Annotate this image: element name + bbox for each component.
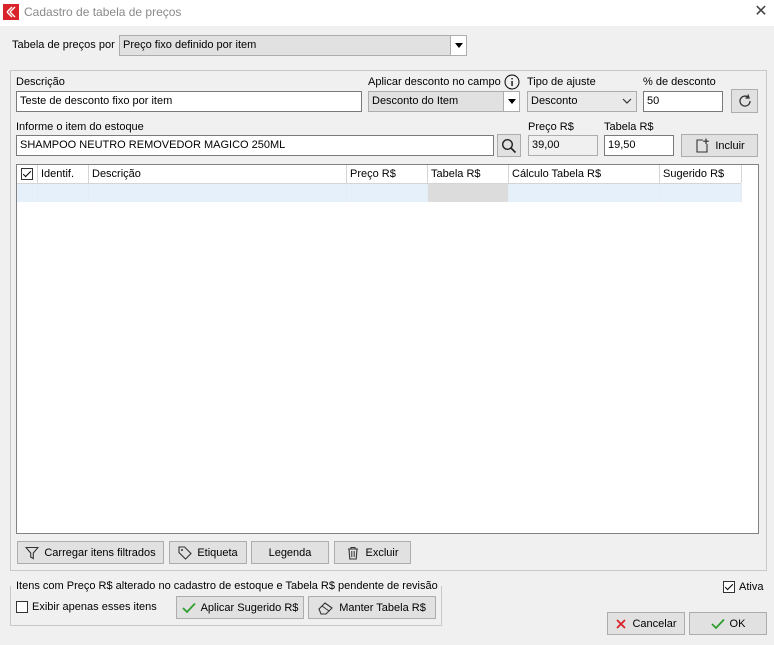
- adjust-type-label: Tipo de ajuste: [527, 76, 596, 88]
- col-calculo-tabela[interactable]: Cálculo Tabela R$: [509, 165, 660, 183]
- chevron-down-icon[interactable]: [503, 92, 519, 111]
- search-icon: [501, 138, 517, 153]
- apply-discount-select[interactable]: Desconto do Item: [368, 91, 520, 112]
- include-button[interactable]: Incluir: [681, 134, 758, 157]
- col-descricao[interactable]: Descrição: [89, 165, 347, 183]
- legend-button-text: Legenda: [268, 546, 312, 559]
- load-filtered-label: Carregar itens filtrados: [44, 546, 156, 559]
- ok-button-label: OK: [729, 617, 746, 630]
- grid-header: Identif. Descrição Preço R$ Tabela R$ Cá…: [17, 165, 742, 184]
- title-bar: Cadastro de tabela de preços ✕: [0, 0, 774, 26]
- search-button[interactable]: [497, 134, 521, 157]
- label-button-text: Etiqueta: [197, 546, 238, 559]
- trash-icon: [348, 546, 359, 560]
- price-input[interactable]: 39,00: [528, 135, 598, 156]
- check-icon: [710, 618, 725, 629]
- active-checkbox[interactable]: [723, 581, 735, 593]
- row-cell[interactable]: [38, 184, 89, 202]
- keep-table-button[interactable]: Manter Tabela R$: [308, 596, 436, 619]
- info-icon[interactable]: [504, 74, 520, 90]
- close-icon: [616, 618, 627, 629]
- description-label: Descrição: [16, 76, 65, 88]
- row-cell[interactable]: [428, 184, 509, 202]
- select-all-checkbox[interactable]: [21, 168, 33, 180]
- keep-table-label: Manter Tabela R$: [339, 601, 426, 614]
- add-document-icon: [696, 138, 710, 153]
- row-cell[interactable]: [89, 184, 347, 202]
- price-label: Preço R$: [528, 121, 574, 133]
- apply-suggested-button[interactable]: Aplicar Sugerido R$: [176, 596, 304, 619]
- chevron-down-icon: [622, 98, 632, 104]
- row-cell[interactable]: [17, 184, 38, 202]
- eraser-icon: [318, 601, 334, 615]
- pending-revision-title: Itens com Preço R$ alterado no cadastro …: [16, 580, 441, 592]
- show-only-these-label: Exibir apenas esses itens: [32, 601, 157, 613]
- app-logo-icon: [3, 4, 19, 20]
- price-table-by-value: Preço fixo definido por item: [123, 39, 257, 51]
- apply-discount-label: Aplicar desconto no campo: [368, 76, 501, 88]
- price-table-by-label: Tabela de preços por: [12, 39, 115, 51]
- refresh-button[interactable]: [731, 89, 758, 113]
- refresh-icon: [738, 94, 751, 107]
- adjust-type-select[interactable]: Desconto: [527, 91, 637, 112]
- discount-percent-input[interactable]: 50: [643, 91, 723, 112]
- adjust-type-value: Desconto: [531, 95, 578, 107]
- discount-percent-label: % de desconto: [643, 76, 716, 88]
- select-all-checkbox-cell[interactable]: [17, 165, 38, 183]
- cancel-button[interactable]: Cancelar: [607, 612, 685, 635]
- active-checkbox-row[interactable]: Ativa: [723, 581, 763, 593]
- apply-suggested-label: Aplicar Sugerido R$: [200, 601, 299, 614]
- col-tabela[interactable]: Tabela R$: [428, 165, 509, 183]
- window-title: Cadastro de tabela de preços: [24, 5, 182, 19]
- delete-button[interactable]: Excluir: [334, 541, 411, 564]
- chevron-down-icon[interactable]: [450, 36, 466, 55]
- table-price-label: Tabela R$: [604, 121, 654, 133]
- ok-button[interactable]: OK: [689, 612, 767, 635]
- include-button-label: Incluir: [715, 139, 745, 152]
- col-preco[interactable]: Preço R$: [347, 165, 428, 183]
- items-grid[interactable]: Identif. Descrição Preço R$ Tabela R$ Cá…: [16, 164, 759, 534]
- tag-icon: [178, 545, 193, 560]
- row-cell[interactable]: [509, 184, 660, 202]
- active-label: Ativa: [739, 581, 764, 593]
- legend-button[interactable]: Legenda: [251, 541, 329, 564]
- row-cell[interactable]: [660, 184, 742, 202]
- price-table-by-select[interactable]: Preço fixo definido por item: [119, 35, 467, 56]
- label-button[interactable]: Etiqueta: [169, 541, 247, 564]
- delete-button-text: Excluir: [365, 546, 399, 559]
- col-sugerido[interactable]: Sugerido R$: [660, 165, 742, 183]
- load-filtered-button[interactable]: Carregar itens filtrados: [17, 541, 164, 564]
- row-cell[interactable]: [347, 184, 428, 202]
- table-price-input[interactable]: 19,50: [604, 135, 674, 156]
- filter-icon: [25, 546, 40, 559]
- check-icon: [181, 602, 196, 613]
- show-only-these-checkbox[interactable]: [16, 601, 28, 613]
- close-icon[interactable]: ✕: [752, 3, 770, 21]
- stock-item-input[interactable]: SHAMPOO NEUTRO REMOVEDOR MAGICO 250ML: [16, 135, 494, 156]
- description-input[interactable]: Teste de desconto fixo por item: [16, 91, 362, 112]
- stock-item-label: Informe o item do estoque: [16, 121, 144, 133]
- show-only-these-checkbox-row[interactable]: Exibir apenas esses itens: [16, 601, 157, 613]
- cancel-button-label: Cancelar: [632, 617, 677, 630]
- apply-discount-value: Desconto do Item: [372, 95, 459, 107]
- col-identif[interactable]: Identif.: [38, 165, 89, 183]
